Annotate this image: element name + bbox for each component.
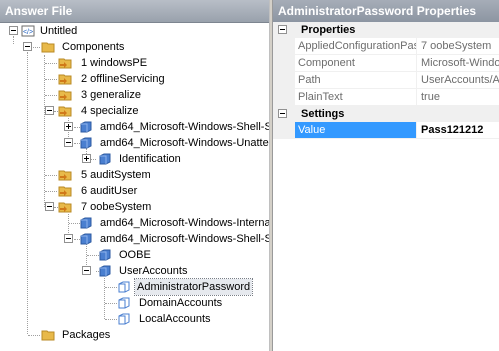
property-value: 7 oobeSystem <box>421 40 492 52</box>
tree-label: amd64_Microsoft-Windows-Shell-Setup <box>100 233 269 245</box>
answer-file-panel: Answer File </> Untitled Components 1 wi… <box>0 0 269 351</box>
category-label: Properties <box>301 24 356 36</box>
expand-toggle[interactable] <box>64 122 73 131</box>
component-icon <box>79 120 93 134</box>
tree-node-user-accounts[interactable]: UserAccounts <box>0 263 269 279</box>
folder-icon <box>41 328 55 342</box>
tree-node-pass-windowspe[interactable]: 1 windowsPE <box>0 55 200 71</box>
tree-node-local-accounts[interactable]: LocalAccounts <box>0 311 269 327</box>
category-properties[interactable]: Properties <box>273 22 499 38</box>
setting-name: Value <box>295 122 417 138</box>
tree-node-international-core[interactable]: amd64_Microsoft-Windows-International-Co… <box>0 215 269 231</box>
category-label: Settings <box>301 108 345 120</box>
tree-node-oobe[interactable]: OOBE <box>0 247 269 263</box>
tree-label: Components <box>62 41 125 53</box>
collapse-toggle[interactable] <box>45 106 54 115</box>
answer-file-tree: </> Untitled Components 1 windowsPE 2 of… <box>0 22 269 351</box>
tree-label: 7 oobeSystem <box>81 201 152 213</box>
component-icon <box>79 232 93 246</box>
properties-panel: AdministratorPassword Properties Propert… <box>273 0 499 351</box>
tree-label: 1 windowsPE <box>81 57 148 69</box>
property-row[interactable]: Component Microsoft-Windows-Shell-Setup <box>273 55 499 72</box>
tree-label: 6 auditUser <box>81 185 138 197</box>
config-pass-folder-icon <box>58 168 72 182</box>
tree-node-pass-audituser[interactable]: 6 auditUser <box>0 183 200 199</box>
svg-text:</>: </> <box>23 29 33 36</box>
tree-label: LocalAccounts <box>139 313 211 325</box>
tree-label: amd64_Microsoft-Windows-Shell-Setup <box>100 121 269 133</box>
tree-node-administrator-password[interactable]: AdministratorPassword <box>0 278 269 296</box>
component-icon <box>79 216 93 230</box>
tree-node-untitled[interactable]: </> Untitled <box>0 23 200 39</box>
category-settings[interactable]: Settings <box>273 106 499 122</box>
collapse-toggle[interactable] <box>278 25 287 34</box>
tree-label: Packages <box>62 329 111 341</box>
tree-label: OOBE <box>119 249 151 261</box>
tree-label: Untitled <box>40 25 78 37</box>
setting-value-input[interactable]: Pass121212 <box>418 122 499 138</box>
property-name: AppliedConfigurationPass <box>295 38 417 54</box>
property-value: true <box>421 91 440 103</box>
tree-label: amd64_Microsoft-Windows-UnattendedJoin <box>100 137 269 149</box>
tree-label: 4 specialize <box>81 105 139 117</box>
setting-outline-icon <box>117 312 131 326</box>
config-pass-folder-icon <box>58 184 72 198</box>
property-name: PlainText <box>295 89 417 105</box>
config-pass-folder-icon <box>58 88 72 102</box>
tree-node-pass-oobesystem[interactable]: 7 oobeSystem <box>0 199 200 215</box>
property-row[interactable]: AppliedConfigurationPass 7 oobeSystem <box>273 38 499 55</box>
tree-label: 5 auditSystem <box>81 169 151 181</box>
folder-icon <box>41 40 55 54</box>
component-icon <box>98 248 112 262</box>
tree-node-oobe-shell-setup[interactable]: amd64_Microsoft-Windows-Shell-Setup <box>0 231 269 247</box>
property-row[interactable]: Path UserAccounts/AdministratorPassword <box>273 72 499 89</box>
collapse-toggle[interactable] <box>45 202 54 211</box>
tree-label: 3 generalize <box>81 89 141 101</box>
property-value: Microsoft-Windows-Shell-Setup <box>421 57 499 69</box>
collapse-toggle[interactable] <box>278 109 287 118</box>
collapse-toggle[interactable] <box>82 266 91 275</box>
setting-outline-icon <box>117 280 131 294</box>
component-icon <box>98 264 112 278</box>
config-pass-folder-icon <box>58 72 72 86</box>
property-name: Path <box>295 72 417 88</box>
property-row[interactable]: PlainText true <box>273 89 499 106</box>
tree-label: amd64_Microsoft-Windows-International-Co… <box>100 217 269 229</box>
tree-label-selected: AdministratorPassword <box>133 278 254 296</box>
tree-node-specialize-shell-setup[interactable]: amd64_Microsoft-Windows-Shell-Setup <box>0 119 269 135</box>
tree-node-identification[interactable]: Identification <box>0 151 269 167</box>
property-grid: Properties AppliedConfigurationPass 7 oo… <box>273 22 499 139</box>
setting-outline-icon <box>117 296 131 310</box>
collapse-toggle[interactable] <box>64 234 73 243</box>
properties-header: AdministratorPassword Properties <box>273 0 499 23</box>
tree-label: DomainAccounts <box>139 297 223 309</box>
config-pass-folder-icon <box>58 104 72 118</box>
component-icon <box>79 136 93 150</box>
tree-label: Identification <box>119 153 181 165</box>
tree-node-pass-generalize[interactable]: 3 generalize <box>0 87 200 103</box>
answer-file-header: Answer File <box>0 0 269 23</box>
setting-row-value[interactable]: Value Pass121212 <box>273 122 499 139</box>
collapse-toggle[interactable] <box>9 26 18 35</box>
tree-node-unattended-join[interactable]: amd64_Microsoft-Windows-UnattendedJoin <box>0 135 269 151</box>
tree-node-domain-accounts[interactable]: DomainAccounts <box>0 295 269 311</box>
answer-file-icon: </> <box>21 24 35 38</box>
tree-node-components[interactable]: Components <box>0 39 200 55</box>
property-name: Component <box>295 55 417 71</box>
tree-node-pass-auditsystem[interactable]: 5 auditSystem <box>0 167 200 183</box>
collapse-toggle[interactable] <box>64 138 73 147</box>
tree-node-pass-specialize[interactable]: 4 specialize <box>0 103 200 119</box>
collapse-toggle[interactable] <box>23 42 32 51</box>
property-value: UserAccounts/AdministratorPassword <box>421 74 499 86</box>
tree-label: 2 offlineServicing <box>81 73 165 85</box>
tree-node-pass-offlineservicing[interactable]: 2 offlineServicing <box>0 71 200 87</box>
tree-label: UserAccounts <box>119 265 188 277</box>
expand-toggle[interactable] <box>82 154 91 163</box>
config-pass-folder-icon <box>58 56 72 70</box>
tree-node-packages[interactable]: Packages <box>0 327 200 343</box>
component-icon <box>98 152 112 166</box>
config-pass-folder-icon <box>58 200 72 214</box>
